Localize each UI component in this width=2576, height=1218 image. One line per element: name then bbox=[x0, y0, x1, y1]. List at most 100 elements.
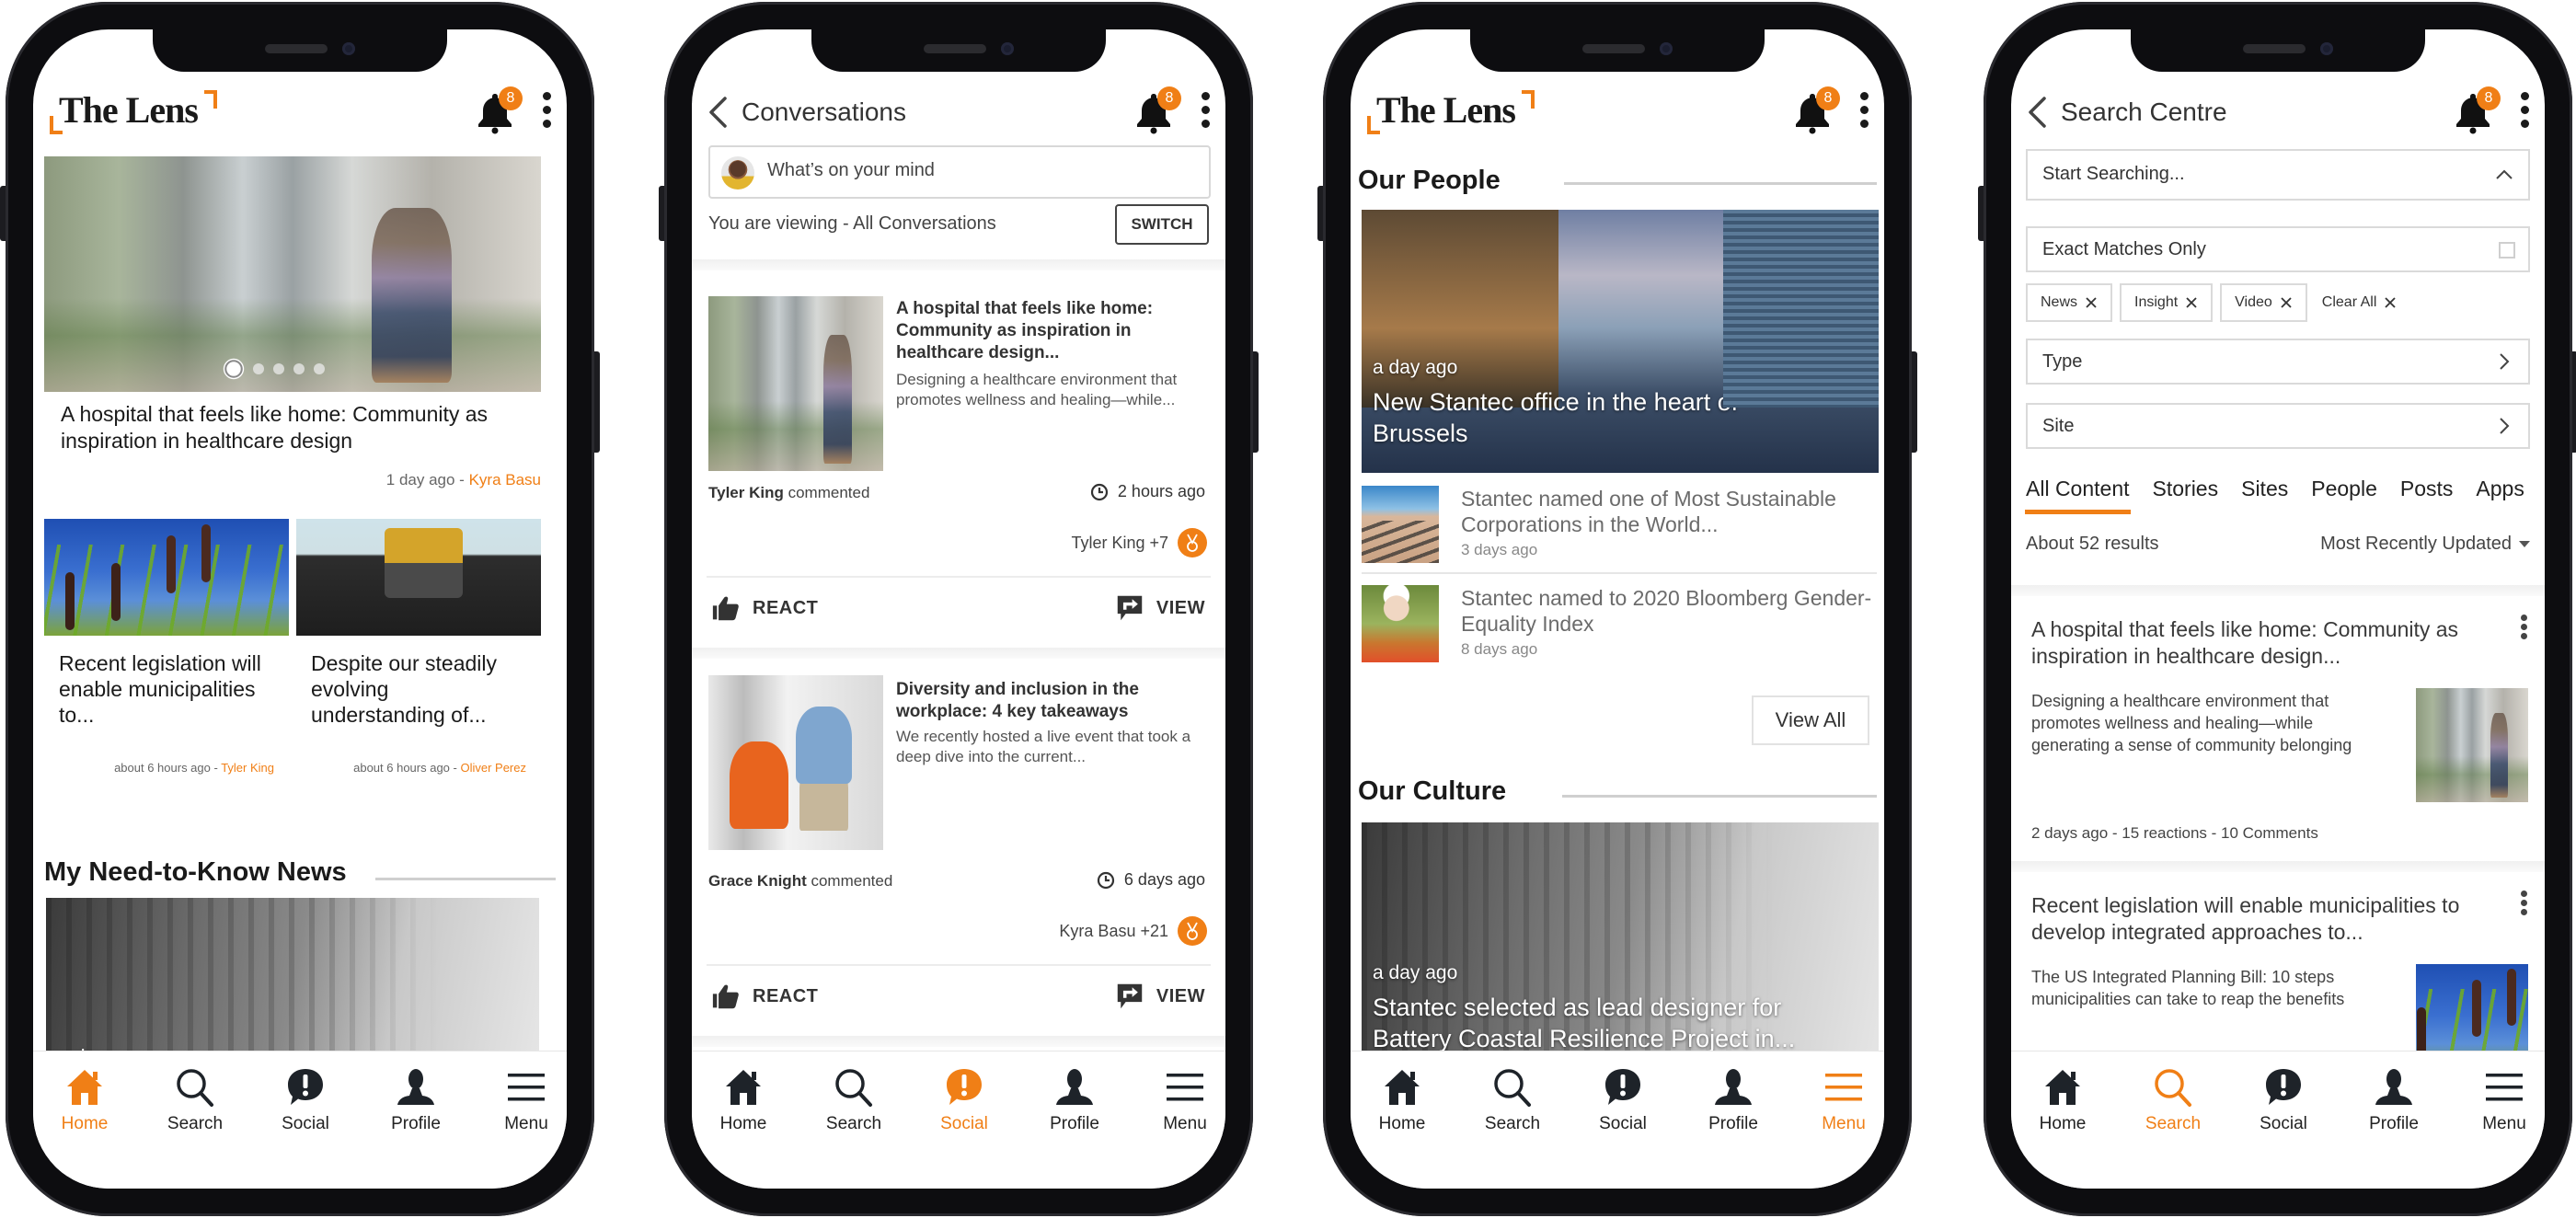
tab-people[interactable]: People bbox=[2311, 477, 2377, 514]
nav-search[interactable]: Search bbox=[808, 1066, 900, 1134]
nav-search[interactable]: Search bbox=[1466, 1066, 1558, 1134]
the-lens-logo[interactable]: The Lens bbox=[1367, 88, 1542, 140]
switch-button[interactable]: SWITCH bbox=[1115, 204, 1209, 245]
close-icon[interactable] bbox=[2185, 296, 2198, 309]
back-arrow-icon[interactable] bbox=[707, 96, 729, 129]
article-time: a day ago bbox=[1373, 357, 1458, 378]
feed-separator bbox=[2011, 585, 2545, 596]
carousel-dot[interactable] bbox=[253, 363, 264, 374]
article-time: about 6 hours ago - bbox=[114, 761, 222, 775]
filter-chip[interactable]: News bbox=[2026, 283, 2113, 322]
more-options-icon[interactable] bbox=[1857, 92, 1871, 132]
sort-dropdown[interactable]: Most Recently Updated bbox=[2320, 534, 2530, 555]
carousel-dot-active[interactable] bbox=[226, 362, 241, 376]
viewing-filter-label: You are viewing - All Conversations bbox=[708, 213, 996, 234]
nav-social[interactable]: Social bbox=[259, 1066, 351, 1134]
article-time: a day ago bbox=[1373, 962, 1458, 983]
article-author-link[interactable]: Kyra Basu bbox=[469, 471, 541, 488]
clock-icon bbox=[1090, 483, 1109, 501]
nav-profile[interactable]: Profile bbox=[1029, 1066, 1121, 1134]
nav-profile[interactable]: Profile bbox=[2348, 1066, 2440, 1134]
article-author-link[interactable]: Tyler King bbox=[221, 761, 274, 775]
clear-all-button[interactable]: Clear All bbox=[2314, 283, 2405, 322]
tab-apps[interactable]: Apps bbox=[2476, 477, 2524, 514]
back-arrow-icon[interactable] bbox=[2026, 96, 2048, 129]
phone-search-screen: Search Centre 8 Start Searching... Exact… bbox=[1978, 2, 2576, 1216]
carousel-dot[interactable] bbox=[314, 363, 325, 374]
nav-social[interactable]: Social bbox=[1577, 1066, 1669, 1134]
people-list-item[interactable]: Stantec named one of Most Sustainable Co… bbox=[1362, 486, 1877, 578]
notch bbox=[2131, 29, 2425, 72]
hero-carousel-image[interactable] bbox=[44, 156, 541, 392]
exact-matches-row[interactable]: Exact Matches Only bbox=[2026, 226, 2530, 272]
view-label: VIEW bbox=[1156, 985, 1205, 1006]
section-divider bbox=[1562, 795, 1877, 798]
filter-chip[interactable]: Insight bbox=[2120, 283, 2214, 322]
conversation-card[interactable]: Diversity and inclusion in the workplace… bbox=[692, 659, 1225, 1036]
react-button[interactable]: REACT bbox=[712, 594, 818, 622]
tab-sites[interactable]: Sites bbox=[2241, 477, 2288, 514]
tab-all-content[interactable]: All Content bbox=[2025, 477, 2131, 514]
exact-matches-checkbox[interactable] bbox=[2499, 242, 2515, 259]
phone-home-screen: The Lens 8 A hospital that feels like ho… bbox=[0, 2, 600, 1216]
nav-menu[interactable]: Menu bbox=[1139, 1066, 1225, 1134]
more-options-icon[interactable] bbox=[539, 92, 554, 132]
article-author-link[interactable]: Oliver Perez bbox=[460, 761, 526, 775]
hero-article-title[interactable]: A hospital that feels like home: Communi… bbox=[61, 401, 521, 454]
search-result[interactable]: A hospital that feels like home: Communi… bbox=[2011, 596, 2545, 863]
nav-menu[interactable]: Menu bbox=[2458, 1066, 2545, 1134]
chip-label: Insight bbox=[2134, 294, 2179, 310]
article-card[interactable]: Recent legislation will enable municipal… bbox=[44, 519, 289, 775]
nav-social[interactable]: Social bbox=[2237, 1066, 2329, 1134]
more-options-icon[interactable] bbox=[1198, 92, 1213, 132]
tab-posts[interactable]: Posts bbox=[2400, 477, 2454, 514]
results-count: About 52 results bbox=[2026, 534, 2159, 554]
chevron-up-icon[interactable] bbox=[2495, 166, 2513, 184]
the-lens-logo[interactable]: The Lens bbox=[50, 88, 224, 140]
nav-home[interactable]: Home bbox=[1356, 1066, 1448, 1134]
screen: Search Centre 8 Start Searching... Exact… bbox=[2011, 29, 2545, 1189]
view-button[interactable]: VIEW bbox=[1116, 594, 1205, 622]
reactors-line[interactable]: Tyler King +7 bbox=[1071, 528, 1207, 557]
result-options-icon[interactable] bbox=[2519, 615, 2528, 640]
phone-social-screen: Conversations 8 What’s on your mind You … bbox=[659, 2, 1259, 1216]
nav-menu[interactable]: Menu bbox=[1798, 1066, 1884, 1134]
people-list-item[interactable]: Stantec named to 2020 Bloomberg Gender-E… bbox=[1362, 585, 1877, 677]
nav-home[interactable]: Home bbox=[697, 1066, 789, 1134]
article-card[interactable]: Despite our steadily evolving understand… bbox=[296, 519, 541, 775]
carousel-dot[interactable] bbox=[293, 363, 305, 374]
nav-menu[interactable]: Menu bbox=[480, 1066, 567, 1134]
conversation-card[interactable]: A hospital that feels like home: Communi… bbox=[692, 270, 1225, 648]
close-icon[interactable] bbox=[2280, 296, 2293, 309]
nav-home[interactable]: Home bbox=[2017, 1066, 2109, 1134]
conversation-title: Diversity and inclusion in the workplace… bbox=[896, 680, 1139, 721]
tab-stories[interactable]: Stories bbox=[2153, 477, 2219, 514]
close-icon[interactable] bbox=[2085, 296, 2098, 309]
type-filter[interactable]: Type bbox=[2026, 339, 2530, 385]
people-hero-article[interactable]: a day ago New Stantec office in the hear… bbox=[1362, 210, 1879, 473]
reactors-line[interactable]: Kyra Basu +21 bbox=[1059, 916, 1207, 946]
nav-search[interactable]: Search bbox=[149, 1066, 241, 1134]
view-button[interactable]: VIEW bbox=[1116, 982, 1205, 1010]
commenter-name[interactable]: Grace Knight bbox=[708, 872, 807, 890]
result-options-icon[interactable] bbox=[2519, 891, 2528, 916]
notification-badge: 8 bbox=[1157, 86, 1181, 110]
more-options-icon[interactable] bbox=[2517, 92, 2532, 132]
nav-label: Search bbox=[2145, 1114, 2202, 1133]
filter-chip[interactable]: Video bbox=[2220, 283, 2307, 322]
user-avatar bbox=[721, 156, 754, 190]
view-all-button[interactable]: View All bbox=[1752, 695, 1869, 745]
nav-social[interactable]: Social bbox=[918, 1066, 1010, 1134]
nav-home[interactable]: Home bbox=[39, 1066, 131, 1134]
nav-profile[interactable]: Profile bbox=[1687, 1066, 1779, 1134]
commenter-name[interactable]: Tyler King bbox=[708, 484, 784, 501]
post-composer-input[interactable]: What’s on your mind bbox=[708, 145, 1211, 199]
nav-search[interactable]: Search bbox=[2127, 1066, 2219, 1134]
site-filter[interactable]: Site bbox=[2026, 403, 2530, 449]
result-description: The US Integrated Planning Bill: 10 step… bbox=[2031, 968, 2345, 1008]
culture-hero-article[interactable]: a day ago Stantec selected as lead desig… bbox=[1362, 822, 1879, 1089]
nav-profile[interactable]: Profile bbox=[370, 1066, 462, 1134]
search-input[interactable]: Start Searching... bbox=[2026, 149, 2530, 201]
carousel-dot[interactable] bbox=[273, 363, 284, 374]
react-button[interactable]: REACT bbox=[712, 982, 818, 1010]
